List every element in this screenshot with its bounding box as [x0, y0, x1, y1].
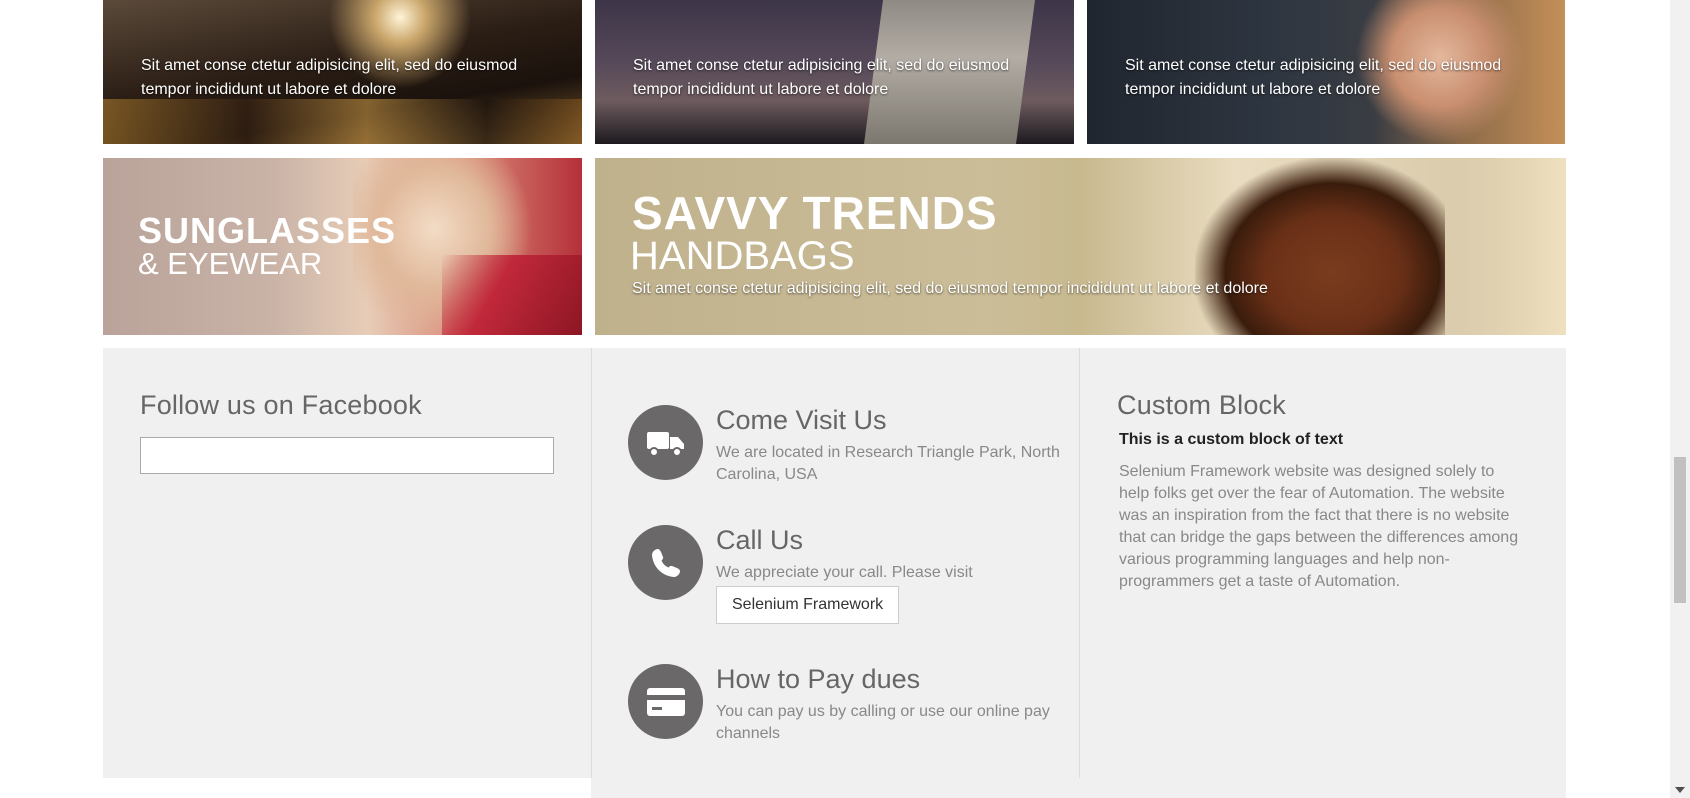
visit-title: Come Visit Us: [716, 405, 887, 435]
promo-tile-1[interactable]: Sit amet conse ctetur adipisicing elit, …: [103, 0, 582, 144]
banner-subtitle: & EYEWEAR: [138, 246, 323, 281]
custom-block-title: Custom Block: [1117, 390, 1286, 420]
footer-gap: [103, 778, 591, 798]
facebook-widget[interactable]: [140, 437, 554, 474]
custom-block-subhead: This is a custom block of text: [1119, 431, 1344, 448]
promo-tile-3[interactable]: Sit amet conse ctetur adipisicing elit, …: [1087, 0, 1565, 144]
scrollbar-thumb[interactable]: [1674, 457, 1686, 603]
handbags-banner[interactable]: SAVVY TRENDS HANDBAGS Sit amet conse cte…: [595, 158, 1566, 335]
contact-column: Come Visit Us We are located in Research…: [591, 348, 1080, 778]
banner-subtitle: HANDBAGS: [630, 234, 855, 278]
phone-icon: [628, 525, 703, 600]
selenium-framework-button[interactable]: Selenium Framework: [716, 586, 900, 624]
custom-block-paragraph: Selenium Framework website was designed …: [1119, 463, 1519, 590]
pay-text: You can pay us by calling or use our onl…: [716, 703, 1050, 742]
footer: Follow us on Facebook Come Visit Us We a…: [103, 348, 1566, 798]
promo-tile-caption: Sit amet conse ctetur adipisicing elit, …: [1125, 57, 1502, 98]
facebook-title: Follow us on Facebook: [140, 390, 422, 420]
truck-icon: [628, 405, 703, 480]
pay-title: How to Pay dues: [716, 664, 921, 694]
call-title: Call Us: [716, 525, 804, 555]
sunglasses-banner[interactable]: SUNGLASSES & EYEWEAR: [103, 158, 582, 335]
visit-text: We are located in Research Triangle Park…: [716, 444, 1060, 483]
credit-card-icon: [628, 664, 703, 739]
promo-tile-2[interactable]: Sit amet conse ctetur adipisicing elit, …: [595, 0, 1074, 144]
promo-tile-caption: Sit amet conse ctetur adipisicing elit, …: [141, 57, 518, 98]
page-scrollbar[interactable]: [1670, 0, 1690, 798]
custom-block-column: Custom Block This is a custom block of t…: [1080, 348, 1566, 778]
page: Sit amet conse ctetur adipisicing elit, …: [0, 0, 1690, 798]
banner-caption: Sit amet conse ctetur adipisicing elit, …: [632, 280, 1268, 297]
facebook-column: Follow us on Facebook: [103, 348, 591, 778]
banner-title: SAVVY TRENDS: [632, 187, 998, 239]
call-text: We appreciate your call. Please visit: [716, 564, 973, 581]
scroll-down-arrow-icon[interactable]: [1675, 787, 1685, 793]
promo-tile-caption: Sit amet conse ctetur adipisicing elit, …: [633, 57, 1010, 98]
